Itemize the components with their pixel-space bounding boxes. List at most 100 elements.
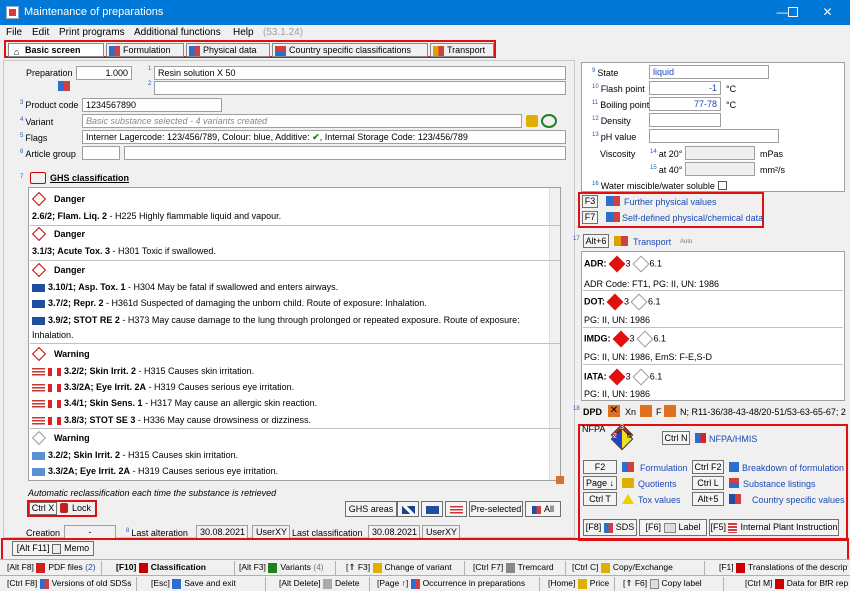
self-defined-data-link[interactable]: Self-defined physical/chemical data bbox=[622, 213, 763, 223]
label-button[interactable]: [F6] Label bbox=[639, 519, 707, 536]
old-sds-versions-button[interactable]: [Ctrl F8] Versions of old SDSs bbox=[4, 577, 137, 591]
creation-label: Creation bbox=[26, 528, 61, 538]
price-button[interactable]: [Home] Price bbox=[545, 577, 615, 591]
window-title: Maintenance of preparations bbox=[24, 6, 164, 18]
menu-additional-functions[interactable]: Additional functions bbox=[134, 27, 221, 38]
menu-edit[interactable]: Edit bbox=[32, 27, 49, 38]
preselected-button[interactable]: Pre-selected bbox=[469, 501, 523, 517]
further-physical-values-link[interactable]: Further physical values bbox=[624, 197, 717, 207]
ghs-title[interactable]: GHS classification bbox=[50, 173, 129, 183]
preparation-field[interactable]: 1.000 bbox=[76, 66, 132, 80]
ghs-row-h315b: 3.2/2; Skin Irrit. 2 - H315 Causes skin … bbox=[32, 450, 238, 460]
lock-label[interactable]: Lock bbox=[72, 503, 91, 513]
article-group-name-field[interactable] bbox=[124, 146, 566, 160]
substance-listings-link[interactable]: Substance listings bbox=[743, 479, 816, 489]
edit-variant-icon[interactable] bbox=[526, 115, 538, 127]
visc40-field[interactable] bbox=[685, 162, 755, 176]
ghs-list[interactable] bbox=[28, 187, 561, 481]
variants-button[interactable]: [Alt F3] Variants (4) bbox=[236, 561, 336, 575]
flags-field[interactable]: Interner Lagercode: 123/456/789, Colour:… bbox=[82, 130, 566, 144]
region-flag-icon bbox=[32, 467, 45, 476]
menu-file[interactable]: File bbox=[6, 27, 22, 38]
ctrln-key[interactable]: Ctrl N bbox=[662, 431, 690, 445]
save-icon bbox=[172, 578, 182, 589]
pagedown-key[interactable]: Page ↓ bbox=[583, 476, 617, 490]
translate-icon[interactable] bbox=[58, 81, 70, 91]
dpd-text: N; R11-36/38-43-48/20-51/53-63-65-67; 2 bbox=[680, 407, 846, 417]
ghs-areas-button[interactable]: GHS areas bbox=[345, 501, 397, 517]
density-field[interactable] bbox=[649, 113, 721, 127]
water-soluble-checkbox[interactable] bbox=[718, 181, 727, 190]
name1-field[interactable]: Resin solution X 50 bbox=[154, 66, 566, 80]
variant-network-icon[interactable] bbox=[541, 114, 557, 128]
alt5-key[interactable]: Alt+5 bbox=[692, 492, 724, 506]
copy-label-button[interactable]: [⇑ F6] Copy label bbox=[620, 577, 724, 591]
country-specific-values-link[interactable]: Country specific values bbox=[752, 495, 845, 505]
tab-country-specific[interactable]: Country specific classifications bbox=[272, 43, 428, 57]
all-button[interactable]: All bbox=[525, 501, 561, 517]
state-field[interactable]: liquid bbox=[649, 65, 769, 79]
quotients-link[interactable]: Quotients bbox=[638, 479, 677, 489]
visc20-field[interactable] bbox=[685, 146, 755, 160]
physical-data-icon bbox=[189, 45, 200, 56]
name2-field[interactable] bbox=[154, 81, 566, 95]
tremcard-button[interactable]: [Ctrl F7] Tremcard bbox=[470, 561, 566, 575]
f7-key[interactable]: F7 bbox=[582, 211, 598, 224]
toxic-sign-icon bbox=[630, 293, 648, 311]
f2-key[interactable]: F2 bbox=[583, 460, 617, 474]
eu-flag-button[interactable] bbox=[421, 501, 443, 517]
dpd-label: DPD bbox=[583, 407, 603, 417]
lock-icon[interactable] bbox=[60, 503, 68, 513]
visc40-label: 15 at 40° bbox=[650, 165, 683, 175]
translations-button[interactable]: [F1] Translations of the descriptions bbox=[716, 561, 848, 575]
menu-help[interactable]: Help bbox=[233, 27, 254, 38]
delete-button[interactable]: [Alt Delete] Delete bbox=[276, 577, 370, 591]
copy-label-icon bbox=[649, 578, 659, 589]
ph-field[interactable] bbox=[649, 129, 779, 143]
bfr-report-button[interactable]: [Ctrl M] Data for BfR report bbox=[742, 577, 848, 591]
tab-physical-data[interactable]: Physical data bbox=[186, 43, 270, 57]
flash-point-field[interactable]: -1 bbox=[649, 81, 721, 95]
ghs-scrollbar[interactable] bbox=[549, 188, 560, 480]
transport-auto-label: Auto bbox=[680, 239, 693, 245]
transport-link[interactable]: Transport bbox=[633, 237, 671, 247]
us-flag-button[interactable] bbox=[445, 501, 467, 517]
self-defined-icon bbox=[606, 212, 620, 222]
eu-flag-icon bbox=[425, 505, 439, 514]
f3-key[interactable]: F3 bbox=[582, 195, 598, 208]
flammable-sign-icon bbox=[608, 255, 625, 273]
boiling-point-field[interactable]: 77-78 bbox=[649, 97, 721, 111]
ctrlf2-key[interactable]: Ctrl F2 bbox=[692, 460, 724, 474]
alt6-key[interactable]: Alt+6 bbox=[583, 234, 609, 248]
change-variant-button[interactable]: [⇑ F3] Change of variant bbox=[343, 561, 465, 575]
ghs-row-h301: 3.1/3; Acute Tox. 3 - H301 Toxic if swal… bbox=[32, 246, 216, 256]
memo-button[interactable]: [Alt F11] Memo bbox=[12, 541, 94, 556]
tab-basic-screen[interactable]: ⌂ Basic screen bbox=[8, 43, 104, 57]
plant-instruction-button[interactable]: [F5] Internal Plant Instruction bbox=[709, 519, 839, 536]
xn-hazard-icon: ✕ bbox=[608, 405, 620, 417]
menu-print-programs[interactable]: Print programs bbox=[59, 27, 125, 38]
maximize-icon[interactable] bbox=[788, 7, 798, 17]
sds-button[interactable]: [F8] SDS bbox=[583, 519, 637, 536]
uk-flag-button[interactable] bbox=[397, 501, 419, 517]
classification-button[interactable]: [F10] Classification bbox=[113, 561, 235, 575]
tab-transport[interactable]: Transport bbox=[430, 43, 494, 57]
copy-exchange-button[interactable]: [Ctrl C] Copy/Exchange bbox=[569, 561, 705, 575]
save-and-exit-button[interactable]: [Esc] Save and exit bbox=[148, 577, 266, 591]
close-button[interactable]: ✕ bbox=[805, 0, 850, 25]
product-code-field[interactable]: 1234567890 bbox=[82, 98, 222, 112]
pdf-files-button[interactable]: [Alt F8] PDF files (2) bbox=[4, 561, 102, 575]
ghs-header[interactable]: 7 bbox=[20, 174, 25, 184]
occurrence-button[interactable]: [Page ↑] Occurrence in preparations bbox=[374, 577, 540, 591]
ctrll-key[interactable]: Ctrl L bbox=[692, 476, 724, 490]
occurrence-icon bbox=[410, 578, 420, 589]
ctrlx-key[interactable]: Ctrl X bbox=[29, 502, 57, 515]
nfpa-hmis-link[interactable]: NFPA/HMIS bbox=[709, 434, 757, 444]
breakdown-link[interactable]: Breakdown of formulation bbox=[742, 463, 844, 473]
ctrlt-key[interactable]: Ctrl T bbox=[583, 492, 617, 506]
article-group-code-field[interactable] bbox=[82, 146, 120, 160]
variant-field[interactable]: Basic substance selected - 4 variants cr… bbox=[82, 114, 522, 128]
tab-formulation[interactable]: Formulation bbox=[106, 43, 184, 57]
formulation-link[interactable]: Formulation bbox=[640, 463, 688, 473]
tox-values-link[interactable]: Tox values bbox=[638, 495, 681, 505]
